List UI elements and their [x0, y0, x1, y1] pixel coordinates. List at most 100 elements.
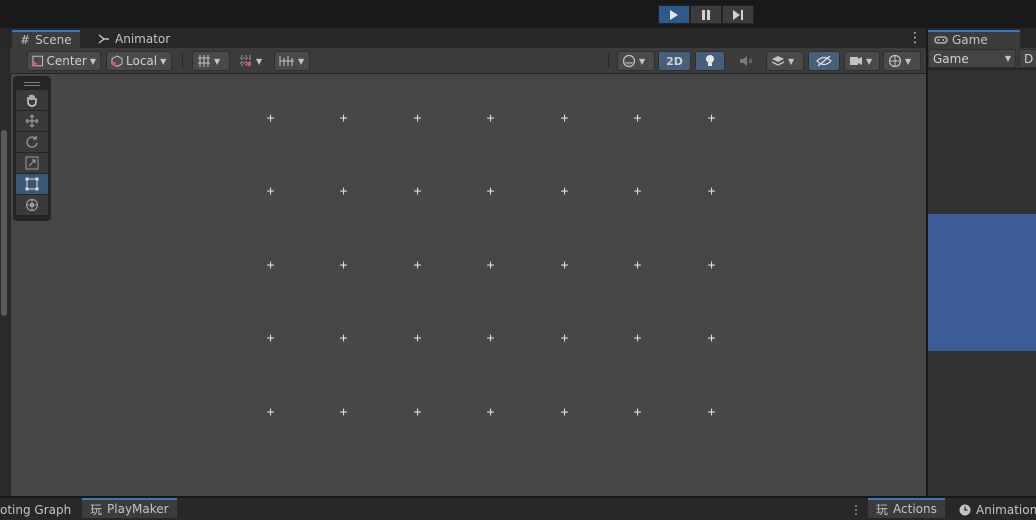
- scene-grid-cross: +: [560, 258, 569, 273]
- scene-grid-cross: +: [633, 258, 642, 273]
- scene-grid-cross: +: [339, 405, 348, 420]
- scene-grid-cross: +: [266, 111, 275, 126]
- scene-grid-cross: +: [339, 258, 348, 273]
- tab-game[interactable]: Game: [928, 30, 1020, 48]
- clock-icon: [959, 504, 971, 516]
- scene-grid-cross: +: [707, 184, 716, 199]
- scrollbar-thumb[interactable]: [1, 130, 7, 316]
- toggle-2d-button[interactable]: 2D: [658, 51, 691, 71]
- chevron-down-icon: ▼: [639, 56, 646, 66]
- chevron-down-icon: ▼: [298, 56, 305, 66]
- tab-actions[interactable]: 玩 Actions: [868, 498, 945, 518]
- eye-hidden-icon: [816, 55, 832, 67]
- pivot-rotation-dropdown[interactable]: Local ▼: [106, 51, 172, 71]
- animator-icon: [98, 34, 109, 44]
- lighting-toggle[interactable]: [695, 51, 725, 71]
- scene-grid-cross: +: [633, 184, 642, 199]
- scene-grid-cross: +: [266, 258, 275, 273]
- audio-toggle[interactable]: [730, 51, 762, 71]
- rotate-tool[interactable]: [16, 132, 48, 152]
- tab-visual-scripting-label: oting Graph: [0, 503, 72, 517]
- chevron-down-icon: ▼: [1004, 54, 1011, 63]
- camera-dropdown[interactable]: ▼: [844, 51, 880, 71]
- scene-grid-cross: +: [560, 405, 569, 420]
- scene-grid-cross: +: [707, 111, 716, 126]
- scene-grid-cross: +: [413, 331, 422, 346]
- pause-icon: [702, 9, 710, 20]
- scene-grid-cross: +: [339, 331, 348, 346]
- chevron-down-icon: ▼: [866, 56, 873, 66]
- shading-sphere-icon: [622, 54, 636, 68]
- scene-grid-cross: +: [486, 405, 495, 420]
- scene-visibility-toggle[interactable]: [808, 51, 840, 71]
- tab-animation-label: Animation: [976, 503, 1036, 517]
- camera-icon: [850, 57, 862, 65]
- align-toggle[interactable]: ▼: [274, 51, 310, 71]
- grid-snapping-toggle[interactable]: ▼: [192, 51, 230, 71]
- step-icon: [733, 9, 743, 20]
- toolbar-divider: [182, 53, 183, 69]
- scene-grid-cross: +: [633, 111, 642, 126]
- game-display-dropdown[interactable]: Game ▼: [928, 49, 1016, 68]
- scene-grid-cross: +: [486, 111, 495, 126]
- step-button[interactable]: [722, 5, 754, 24]
- pivot-mode-label: Center: [46, 54, 87, 68]
- transform-tool[interactable]: [16, 195, 48, 215]
- effects-dropdown[interactable]: ▼: [766, 51, 804, 71]
- move-arrows-icon: [25, 114, 39, 128]
- move-tool[interactable]: [16, 111, 48, 131]
- lightbulb-icon: [706, 55, 714, 66]
- tab-scene[interactable]: # Scene: [12, 30, 80, 48]
- scene-grid-cross: +: [633, 405, 642, 420]
- scene-grid-cross: +: [486, 331, 495, 346]
- scene-grid-cross: +: [560, 111, 569, 126]
- tab-animator-label: Animator: [115, 32, 171, 46]
- scale-icon: [25, 156, 39, 170]
- tab-playmaker[interactable]: 玩 PlayMaker: [82, 498, 177, 518]
- pivot-rotation-label: Local: [126, 54, 158, 68]
- chevron-down-icon: ▼: [214, 56, 221, 66]
- scene-grid-cross: +: [413, 405, 422, 420]
- pivot-mode-dropdown[interactable]: Center ▼: [27, 51, 101, 71]
- scene-toolbar: Center ▼ Local ▼ ▼ ▼ ▼ ▼ 2D ▼ ▼ ▼: [10, 48, 926, 74]
- game-display-number-dropdown[interactable]: D: [1019, 49, 1036, 68]
- play-icon: [670, 9, 678, 20]
- tab-actions-label: Actions: [893, 502, 937, 516]
- local-cube-icon: [111, 55, 123, 67]
- draw-mode-dropdown[interactable]: ▼: [617, 51, 655, 71]
- scene-panel-menu-icon[interactable]: ⋮: [908, 31, 922, 45]
- tab-animation[interactable]: Animation: [951, 500, 1036, 520]
- scale-tool[interactable]: [16, 153, 48, 173]
- play-button[interactable]: [658, 5, 690, 24]
- gizmos-dropdown[interactable]: ▼: [883, 51, 921, 71]
- increment-snap-toggle[interactable]: ▼: [234, 51, 270, 71]
- top-toolbar: [0, 0, 1036, 28]
- scene-grid-cross: +: [707, 258, 716, 273]
- tab-animator[interactable]: Animator: [90, 30, 178, 48]
- rect-tool[interactable]: [16, 174, 48, 194]
- play-controls: [658, 5, 754, 24]
- bottom-panel-menu-icon[interactable]: ⋮: [842, 500, 870, 520]
- tool-palette: [13, 76, 51, 221]
- hand-tool[interactable]: [16, 90, 48, 110]
- toggle-2d-label: 2D: [666, 54, 683, 68]
- pivot-center-icon: [32, 55, 43, 67]
- scene-grid-cross: +: [486, 258, 495, 273]
- chevron-down-icon: ▼: [788, 56, 795, 66]
- rect-transform-icon: [25, 177, 39, 191]
- game-toolbar: Game ▼ D: [928, 48, 1036, 69]
- tab-visual-scripting-graph[interactable]: oting Graph: [0, 500, 79, 520]
- scene-grid-cross: +: [339, 111, 348, 126]
- pause-button[interactable]: [690, 5, 722, 24]
- increment-snap-icon: [240, 55, 252, 67]
- palette-drag-handle[interactable]: [16, 79, 48, 89]
- chevron-down-icon: ▼: [160, 56, 167, 66]
- scene-viewport[interactable]: + + + + + + + + + + + + + + + + + + + + + + + + + + + + + + + + + + +: [10, 74, 926, 496]
- rotate-icon: [26, 136, 38, 148]
- playmaker-actions-icon: 玩: [876, 502, 889, 517]
- chevron-down-icon: ▼: [89, 56, 96, 66]
- ruler-icon: [279, 56, 294, 66]
- scene-grid-cross: +: [633, 331, 642, 346]
- grid-icon: #: [20, 33, 31, 47]
- scene-grid-cross: +: [486, 184, 495, 199]
